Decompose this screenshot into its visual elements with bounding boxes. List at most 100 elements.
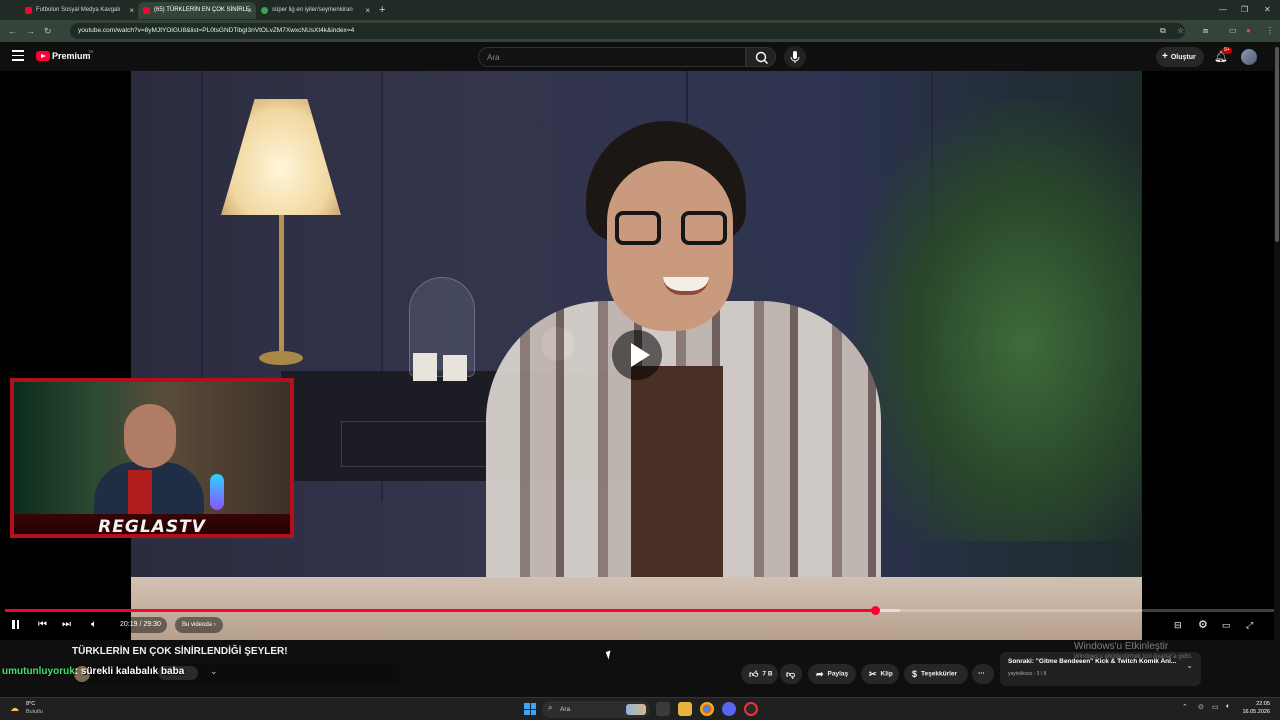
file-explorer-icon[interactable] [678,702,692,716]
theater-mode-icon[interactable]: ▭ [1222,618,1231,632]
scrollbar-thumb[interactable] [1275,47,1279,242]
hamburger-menu-icon[interactable] [12,50,24,61]
like-button[interactable]: 👍︎ 7 B [741,664,778,684]
extensions-icon[interactable]: ⧈ [1203,24,1208,38]
chevron-right-icon: › [213,622,216,628]
maximize-icon[interactable]: ❐ [1241,2,1248,18]
discord-icon[interactable] [722,702,736,716]
task-view-icon[interactable] [656,702,670,716]
progress-played [5,609,875,612]
profile-icon[interactable]: ● [1246,24,1251,38]
thanks-label: Teşekkürler [921,670,958,678]
weather-temperature[interactable]: 8°C [26,701,35,707]
mouse-cursor-icon [605,650,614,660]
new-tab-button[interactable]: + [379,2,385,19]
taskbar-search[interactable]: ⌕ Ara [542,701,650,718]
desk-drawer [341,421,501,467]
browser-tab-label: süper lig en iyiler/seymenkiran [272,7,353,13]
minimize-icon[interactable]: — [1219,2,1227,18]
chat-message: sürekli kalabalık baba [80,666,185,677]
close-tab-icon[interactable]: × [247,2,252,19]
bookmark-star-icon[interactable]: ☆ [1177,24,1184,38]
cast-icon[interactable]: ⧉ [1160,24,1166,38]
browser-tab[interactable]: Futbolun Sosyal Medya Kavgalı × [20,2,138,19]
windows-taskbar: ☁︎ 8°C Bulutlu ⌕ Ara ⌃ ⊙ ▭ 🔈︎ 22:05 16.0… [0,697,1280,720]
play-button-overlay[interactable] [612,330,662,380]
taskbar-date[interactable]: 16.05.2026 [1242,709,1270,715]
streamer-head [124,404,176,468]
page-scrollbar[interactable] [1274,42,1280,697]
scissors-icon: ✂︎ [869,669,877,679]
back-icon[interactable]: ← [8,24,17,38]
search-button[interactable] [746,47,776,67]
close-tab-icon[interactable]: × [129,2,134,19]
dislike-button[interactable]: 👎︎ [780,664,802,684]
progress-bar[interactable] [5,606,1275,615]
speaker-icon[interactable]: 🔈︎ [1226,703,1230,711]
close-tab-icon[interactable]: × [365,2,370,19]
previous-icon[interactable]: ⏮︎ [38,618,47,632]
weather-description[interactable]: Bulutlu [26,709,43,715]
forward-icon[interactable]: → [26,24,35,38]
time-display: 20:19 / 29:30 [114,617,167,633]
chevron-down-icon[interactable]: ⌄ [1186,661,1193,670]
search-icon: ⌕ [548,703,553,712]
rgb-lamp [210,474,224,510]
thumbs-up-icon: 👍︎ [749,669,759,679]
volume-icon[interactable]: 🔈︎ [91,618,97,632]
address-bar-url: youtube.com/watch?v=8yMJtYOiGU8&list=PL0… [78,27,355,34]
person-face [607,161,733,331]
brand-label[interactable]: Premium [52,51,91,61]
glasses-lens [615,211,661,245]
browser-tab-active[interactable]: (65) TÜRKLERİN EN ÇOK SİNİRLE × [138,2,256,19]
scrubber-handle[interactable] [870,606,880,615]
share-button[interactable]: ➦ Paylaş [808,664,856,684]
taskbar-search-placeholder: Ara [560,706,571,713]
location-icon[interactable]: ⊙ [1198,703,1204,711]
more-actions-button[interactable]: ⋯ [972,664,994,684]
youtube-logo-icon[interactable] [36,51,50,61]
voice-search-button[interactable] [784,46,806,68]
thanks-button[interactable]: $ Teşekkürler [904,664,968,684]
browser-tab-strip: Futbolun Sosyal Medya Kavgalı × (65) TÜR… [0,0,1280,20]
address-bar[interactable]: youtube.com/watch?v=8yMJtYOiGU8&list=PL0… [70,23,1185,39]
search-input[interactable] [479,48,745,66]
reload-icon[interactable]: ↻ [44,24,52,38]
cloud-sun-icon[interactable]: ☁︎ [10,703,19,714]
create-button[interactable]: + Oluştur [1156,47,1204,67]
obs-icon[interactable] [744,702,758,716]
network-icon[interactable]: ▭ [1212,703,1219,711]
browser-menu-icon[interactable]: ⋮ [1266,24,1274,38]
lamp-base [259,351,303,365]
subtitles-icon[interactable]: ⊟ [1174,618,1182,632]
pause-icon[interactable] [12,618,21,632]
clip-button[interactable]: ✂︎ Klip [861,664,899,684]
chapter-button[interactable]: Bu videoda › [175,617,223,633]
next-icon[interactable]: ⏭︎ [62,618,71,632]
reading-list-icon[interactable]: ▭ [1229,24,1237,38]
browser-tab-label: Futbolun Sosyal Medya Kavgalı [36,7,121,13]
fullscreen-icon[interactable]: ⤢ [1246,618,1253,632]
undershirt [631,366,723,591]
youtube-favicon-icon [143,7,150,14]
share-label: Paylaş [827,670,849,678]
settings-gear-icon[interactable]: ⚙︎ [1198,618,1208,632]
taskbar-time[interactable]: 22:05 [1256,701,1270,707]
plus-icon: + [1162,51,1168,62]
browser-tab-label: (65) TÜRKLERİN EN ÇOK SİNİRLE [154,7,250,13]
glasses-lens [681,211,727,245]
windows-start-icon[interactable] [524,703,536,715]
browser-tab[interactable]: süper lig en iyiler/seymenkiran × [256,2,374,19]
close-window-icon[interactable]: ✕ [1264,2,1271,18]
chrome-icon[interactable] [700,702,714,716]
chevron-down-icon[interactable]: ⌄ [210,666,218,677]
video-title: TÜRKLERİN EN ÇOK SİNİRLENDİĞİ ŞEYLER! [72,646,288,657]
brand-region: TR [88,49,94,54]
chapter-label: Bu videoda [182,622,213,628]
account-avatar[interactable] [1241,49,1257,65]
more-horizontal-icon: ⋯ [978,670,985,677]
chat-username: umutunluyoruk [2,666,75,677]
search-box [478,47,746,67]
tray-chevron-up-icon[interactable]: ⌃ [1182,703,1188,711]
lamp-shade [221,99,341,215]
